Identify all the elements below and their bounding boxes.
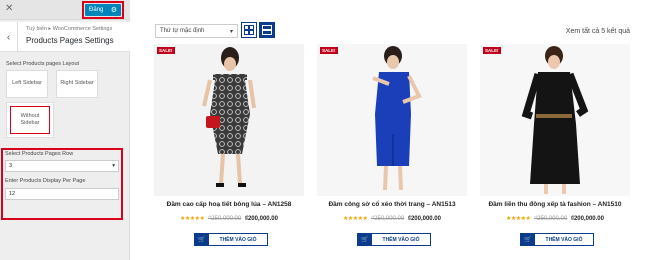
grid-view-button[interactable] bbox=[241, 22, 257, 38]
close-icon[interactable]: ✕ bbox=[5, 3, 13, 14]
sale-badge: SALE! bbox=[157, 47, 175, 54]
add-to-cart-label: THÊM VÀO GIỎ bbox=[219, 236, 257, 243]
product-image[interactable]: SALE! bbox=[317, 44, 467, 196]
screen: ✕ Đăng ⚙ ‹ Tuỳ biến ▸ WooCommerce Settin… bbox=[0, 0, 650, 260]
price-row: ★★★★★ ₫250,000.00 ₫200,000.00 bbox=[154, 215, 304, 222]
rating-stars-icon: ★★★★★ bbox=[506, 216, 531, 222]
back-chevron-icon[interactable]: ‹ bbox=[0, 22, 18, 52]
layout-label: Select Products pages Layout bbox=[6, 61, 80, 67]
layout-left-sidebar[interactable]: Left Sidebar bbox=[6, 70, 48, 98]
row-select-value: 3 bbox=[9, 163, 13, 169]
add-to-cart-button[interactable]: 🛒 THÊM VÀO GIỎ bbox=[520, 233, 594, 246]
row-select[interactable]: 3 ▾ bbox=[5, 160, 119, 172]
old-price: ₫250,000.00 bbox=[208, 216, 242, 222]
sort-select-value: Thứ tự mặc định bbox=[160, 28, 205, 34]
old-price: ₫250,000.00 bbox=[534, 216, 568, 222]
per-page-input[interactable]: 12 bbox=[5, 188, 119, 200]
gear-icon[interactable]: ⚙ bbox=[111, 6, 117, 14]
add-to-cart-button[interactable]: 🛒 THÊM VÀO GIỎ bbox=[357, 233, 431, 246]
sale-price: ₫200,000.00 bbox=[570, 216, 604, 222]
price-row: ★★★★★ ₫250,000.00 ₫200,000.00 bbox=[317, 215, 467, 222]
section-header: ‹ Tuỳ biến ▸ WooCommerce Settings Produc… bbox=[0, 22, 130, 52]
list-view-button[interactable] bbox=[259, 22, 275, 38]
product-image[interactable]: SALE! bbox=[154, 44, 304, 196]
publish-button[interactable]: Đăng ⚙ bbox=[85, 4, 121, 16]
publish-label: Đăng bbox=[89, 7, 104, 13]
product-name[interactable]: Đầm cao cấp hoạ tiết bông lúa – AN1258 bbox=[154, 201, 304, 208]
chevron-down-icon: ▾ bbox=[229, 28, 233, 35]
per-page-label: Enter Products Display Per Page bbox=[5, 178, 86, 184]
product-card: SALE! Đầm cao cấp hoạ tiết bông lúa – AN… bbox=[154, 44, 304, 254]
dress-photo-3 bbox=[480, 44, 630, 196]
old-price: ₫250,000.00 bbox=[371, 216, 405, 222]
per-page-value: 12 bbox=[9, 191, 16, 197]
product-image[interactable]: SALE! bbox=[480, 44, 630, 196]
grid-icon bbox=[244, 25, 254, 35]
breadcrumb: Tuỳ biến ▸ WooCommerce Settings bbox=[26, 26, 113, 32]
rating-stars-icon: ★★★★★ bbox=[343, 216, 368, 222]
row-settings-highlight bbox=[1, 148, 123, 220]
section-title: Products Pages Settings bbox=[26, 36, 114, 45]
add-to-cart-label: THÊM VÀO GIỎ bbox=[382, 236, 420, 243]
sale-badge: SALE! bbox=[483, 47, 501, 54]
row-label: Select Products Pages Row bbox=[5, 151, 74, 157]
sale-badge: SALE! bbox=[320, 47, 338, 54]
sale-price: ₫200,000.00 bbox=[244, 216, 278, 222]
customizer-sidebar: ✕ Đăng ⚙ ‹ Tuỳ biến ▸ WooCommerce Settin… bbox=[0, 0, 130, 260]
add-to-cart-button[interactable]: 🛒 THÊM VÀO GIỎ bbox=[194, 233, 268, 246]
cart-icon: 🛒 bbox=[521, 234, 535, 245]
cart-icon: 🛒 bbox=[358, 234, 372, 245]
product-name[interactable]: Đầm liền thu đông xếp tà fashion – AN151… bbox=[480, 201, 630, 208]
product-card: SALE! Đầm công sở cổ xéo thời trang – AN… bbox=[317, 44, 467, 254]
add-to-cart-label: THÊM VÀO GIỎ bbox=[545, 236, 583, 243]
sale-price: ₫200,000.00 bbox=[407, 216, 441, 222]
dress-photo-2 bbox=[317, 44, 467, 196]
rating-stars-icon: ★★★★★ bbox=[180, 216, 205, 222]
store-preview: Thứ tự mặc định ▾ Xem tất cả 5 kết quả S… bbox=[131, 0, 650, 260]
layout-right-sidebar[interactable]: Right Sidebar bbox=[56, 70, 98, 98]
list-icon bbox=[262, 25, 272, 35]
price-row: ★★★★★ ₫250,000.00 ₫200,000.00 bbox=[480, 215, 630, 222]
cart-icon: 🛒 bbox=[195, 234, 209, 245]
publish-highlight: Đăng ⚙ bbox=[82, 1, 124, 19]
product-card: SALE! Đầm liền thu đông xếp tà fashion –… bbox=[480, 44, 630, 254]
result-count: Xem tất cả 5 kết quả bbox=[565, 28, 630, 35]
product-name[interactable]: Đầm công sở cổ xéo thời trang – AN1513 bbox=[317, 201, 467, 208]
layout-selected-frame: Without Sidebar bbox=[6, 102, 54, 138]
dress-photo-1 bbox=[154, 44, 304, 196]
customizer-topbar: ✕ Đăng ⚙ bbox=[0, 0, 130, 20]
layout-without-sidebar[interactable]: Without Sidebar bbox=[10, 106, 50, 134]
sort-select[interactable]: Thứ tự mặc định ▾ bbox=[155, 24, 238, 38]
chevron-down-icon: ▾ bbox=[112, 163, 115, 169]
